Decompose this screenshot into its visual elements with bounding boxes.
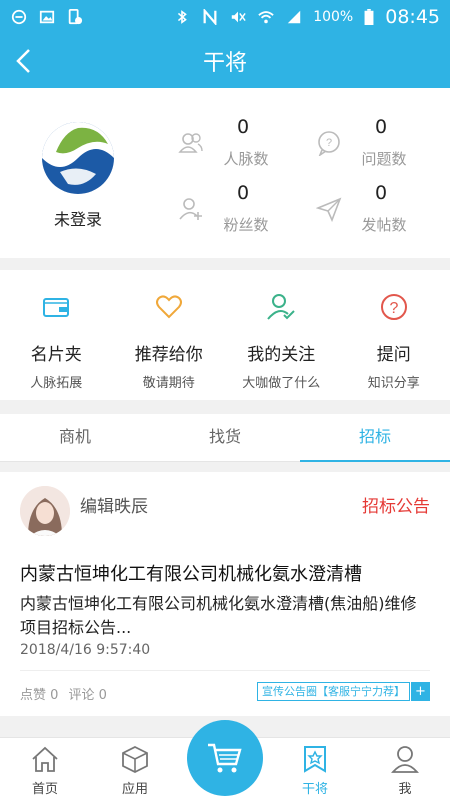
nav-ganjiang[interactable]: 干将 <box>270 738 360 800</box>
divider <box>20 670 430 671</box>
profile-panel: 未登录 0 人脉数 ? 0 问题数 0 粉丝数 0 发帖数 <box>0 88 450 258</box>
menu-sublabel: 大咖做了什么 <box>242 376 321 391</box>
stat-label: 问题数 <box>361 150 407 168</box>
menu-sublabel: 敬请期待 <box>142 376 195 391</box>
stat-value: 0 <box>236 116 250 138</box>
nav-apps[interactable]: 应用 <box>90 738 180 800</box>
post-title[interactable]: 内蒙古恒坤化工有限公司机械化氨水澄清槽 <box>20 560 440 586</box>
feature-menu: 名片夹 人脉拓展 推荐给你 敬请期待 我的关注 大咖做了什么 ? 提问 知识分享 <box>0 270 450 400</box>
post-card[interactable]: 编辑昳辰 招标公告 内蒙古恒坤化工有限公司机械化氨水澄清槽 内蒙古恒坤化工有限公… <box>0 472 450 716</box>
avatar[interactable] <box>20 486 70 536</box>
stat-label: 粉丝数 <box>223 216 269 234</box>
svg-text:?: ? <box>389 300 398 317</box>
add-user-icon <box>179 198 202 220</box>
signal-icon <box>287 10 301 24</box>
menu-label: 我的关注 <box>247 345 316 365</box>
menu-label: 提问 <box>376 345 411 365</box>
stat-questions[interactable]: ? 0 问题数 <box>316 116 426 176</box>
stat-contacts[interactable]: 0 人脉数 <box>178 116 288 176</box>
brand-logo[interactable] <box>38 118 118 198</box>
wifi-icon <box>258 11 274 24</box>
status-left-icons <box>10 9 84 25</box>
title-bar: 干将 <box>0 34 450 88</box>
stat-followers[interactable]: 0 粉丝数 <box>178 182 288 242</box>
question-bubble-icon: ? <box>318 131 340 156</box>
image-icon <box>39 10 55 24</box>
nav-label: 我 <box>398 782 412 797</box>
card-holder-icon <box>43 298 70 317</box>
login-status[interactable]: 未登录 <box>0 206 156 230</box>
comment-count[interactable]: 评论 0 <box>69 688 107 703</box>
menu-label: 推荐给你 <box>134 345 203 365</box>
nav-me[interactable]: 我 <box>360 738 450 800</box>
send-icon <box>316 197 342 222</box>
heart-icon <box>155 295 182 319</box>
bluetooth-icon <box>178 10 188 24</box>
star-tag-icon <box>304 746 326 773</box>
content-tabs: 商机 找货 招标 <box>0 414 450 462</box>
status-bar: 100% 08:45 <box>0 0 450 34</box>
promo-badge[interactable]: 宣传公告圈【客服宁宁力荐】 <box>257 682 410 701</box>
battery-text: 100% <box>313 9 354 25</box>
post-stats: 点赞 0 评论 0 <box>20 684 107 703</box>
stat-value: 0 <box>236 182 250 204</box>
clock: 08:45 <box>385 6 440 28</box>
nav-label: 首页 <box>31 782 58 797</box>
minus-circle-icon <box>11 9 27 25</box>
stat-value: 0 <box>374 182 388 204</box>
status-right-icons: 100% 08:45 <box>173 6 440 28</box>
menu-label: 名片夹 <box>30 345 82 365</box>
like-count[interactable]: 点赞 0 <box>20 688 58 703</box>
phone-clock-icon <box>68 9 83 25</box>
menu-sublabel: 知识分享 <box>367 376 420 391</box>
battery-icon <box>364 9 374 25</box>
cube-icon <box>122 745 148 774</box>
post-description[interactable]: 内蒙古恒坤化工有限公司机械化氨水澄清槽(焦油船)维修项目招标公告... <box>20 592 430 640</box>
stat-value: 0 <box>374 116 388 138</box>
tab-business[interactable]: 商机 <box>0 414 150 461</box>
person-icon <box>391 746 419 773</box>
menu-sublabel: 人脉拓展 <box>30 376 83 391</box>
author-name[interactable]: 编辑昳辰 <box>80 492 148 517</box>
avatar-image <box>20 486 70 536</box>
page-title: 干将 <box>202 51 247 76</box>
tab-tender[interactable]: 招标 <box>300 414 450 462</box>
nav-label: 应用 <box>121 782 148 797</box>
cart-icon <box>208 743 242 773</box>
contacts-icon <box>178 133 203 153</box>
nfc-icon <box>203 9 217 25</box>
tender-tag: 招标公告 <box>362 497 430 517</box>
home-icon <box>32 746 58 772</box>
stat-posts[interactable]: 0 发帖数 <box>316 182 426 242</box>
menu-item-ask[interactable]: ? 提问 知识分享 <box>338 270 450 400</box>
promo-add-button[interactable]: + <box>411 682 430 701</box>
question-icon: ? <box>380 294 407 320</box>
nav-home[interactable]: 首页 <box>0 738 90 800</box>
menu-item-recommend[interactable]: 推荐给你 敬请期待 <box>113 270 226 400</box>
tab-sourcing[interactable]: 找货 <box>150 414 300 461</box>
user-check-icon <box>267 294 295 320</box>
post-time: 2018/4/16 9:57:40 <box>20 642 151 658</box>
menu-item-card-holder[interactable]: 名片夹 人脉拓展 <box>0 270 113 400</box>
stat-label: 人脉数 <box>223 150 269 168</box>
stat-label: 发帖数 <box>361 216 407 234</box>
cart-button[interactable] <box>187 720 263 796</box>
svg-text:?: ? <box>326 137 332 149</box>
back-arrow-icon[interactable] <box>10 46 40 76</box>
menu-item-following[interactable]: 我的关注 大咖做了什么 <box>225 270 338 400</box>
mute-icon <box>231 11 246 23</box>
nav-label: 干将 <box>301 782 328 797</box>
